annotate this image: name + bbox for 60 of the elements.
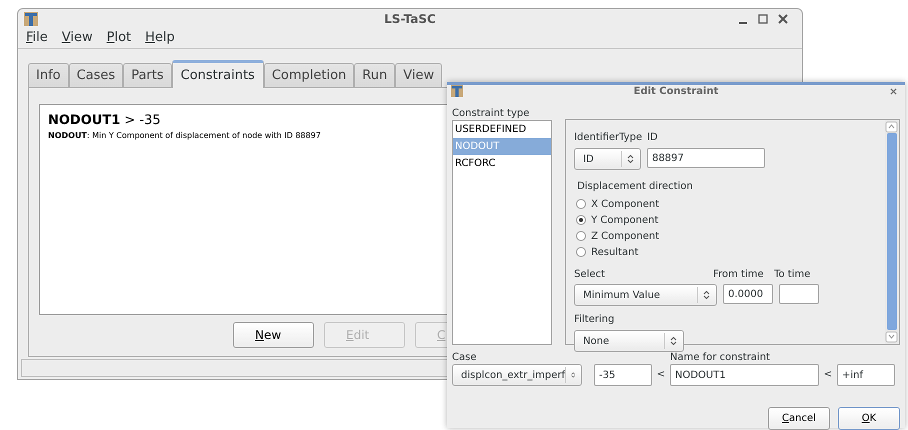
app-icon — [24, 12, 38, 26]
field-label: Constraint type — [452, 107, 530, 120]
tab[interactable]: Run — [354, 62, 396, 88]
radio-button[interactable] — [576, 231, 586, 241]
menu-item[interactable]: Help — [143, 28, 177, 48]
tab[interactable]: Completion — [264, 62, 354, 88]
button[interactable]: New — [233, 322, 314, 348]
field-label: To time — [774, 268, 810, 282]
maximize-icon[interactable] — [758, 14, 768, 24]
radio-button[interactable] — [576, 215, 586, 225]
radio-label: Resultant — [591, 246, 638, 260]
spinner-icon — [670, 336, 678, 346]
ok-button[interactable]: OK — [838, 407, 900, 430]
dropdown[interactable]: displcon_extr_imperf — [452, 364, 582, 386]
spinner-icon — [703, 290, 710, 300]
menu-item[interactable]: Plot — [104, 28, 134, 48]
tab[interactable]: Cases — [68, 62, 124, 88]
input-field[interactable]: +inf — [837, 364, 895, 386]
radio-button[interactable] — [576, 247, 586, 257]
close-icon[interactable] — [890, 88, 897, 94]
input-field[interactable] — [779, 284, 820, 304]
dropdown[interactable]: ID — [574, 148, 642, 170]
dialog-title: Edit Constraint — [634, 84, 718, 98]
field-label: Filtering — [574, 313, 616, 327]
tab[interactable]: Constraints — [172, 60, 264, 88]
tab[interactable]: Parts — [123, 62, 172, 88]
app-icon — [451, 85, 463, 97]
field-label: Displacement direction — [577, 180, 694, 194]
input-field[interactable]: 88897 — [647, 148, 766, 168]
dropdown[interactable]: None — [574, 330, 684, 352]
spinner-icon — [627, 154, 634, 164]
field-label: ID — [647, 131, 658, 145]
tab[interactable]: Info — [28, 62, 69, 88]
constraint-heading: NODOUT1 > -35 — [48, 112, 161, 130]
radio-label: Z Component — [591, 230, 660, 244]
field-label: Name for constraint — [670, 351, 771, 364]
menu-item[interactable]: View — [60, 28, 95, 48]
radio-label: Y Component — [591, 214, 658, 228]
constraint-description: NODOUT: Min Y Component of displacement of node with ID 88897 — [48, 130, 321, 142]
close-icon[interactable] — [778, 14, 788, 24]
radio-button[interactable] — [576, 199, 586, 209]
field-label: Select — [574, 268, 606, 282]
field-label: IdentifierType — [574, 131, 642, 145]
field-label: From time — [713, 268, 765, 282]
dropdown[interactable]: Minimum Value — [574, 284, 718, 306]
radio-label: X Component — [591, 198, 660, 212]
list-item[interactable]: USERDEFINED — [453, 121, 552, 138]
scrollbar[interactable] — [885, 120, 899, 344]
window-title: LS-TaSC — [384, 10, 436, 28]
menu-item[interactable]: File — [24, 28, 50, 48]
field-label: Case — [452, 351, 478, 364]
list-item[interactable]: RCFORC — [453, 155, 552, 172]
spinner-icon — [570, 370, 575, 380]
input-field[interactable]: 0.0000 — [723, 284, 774, 304]
less-than-sign: < — [656, 368, 666, 382]
less-than-sign: < — [824, 368, 832, 382]
input-field[interactable]: -35 — [594, 364, 652, 386]
input-field[interactable]: NODOUT1 — [670, 364, 819, 386]
cancel-button[interactable]: Cancel — [768, 407, 830, 430]
tab[interactable]: View — [395, 62, 442, 88]
